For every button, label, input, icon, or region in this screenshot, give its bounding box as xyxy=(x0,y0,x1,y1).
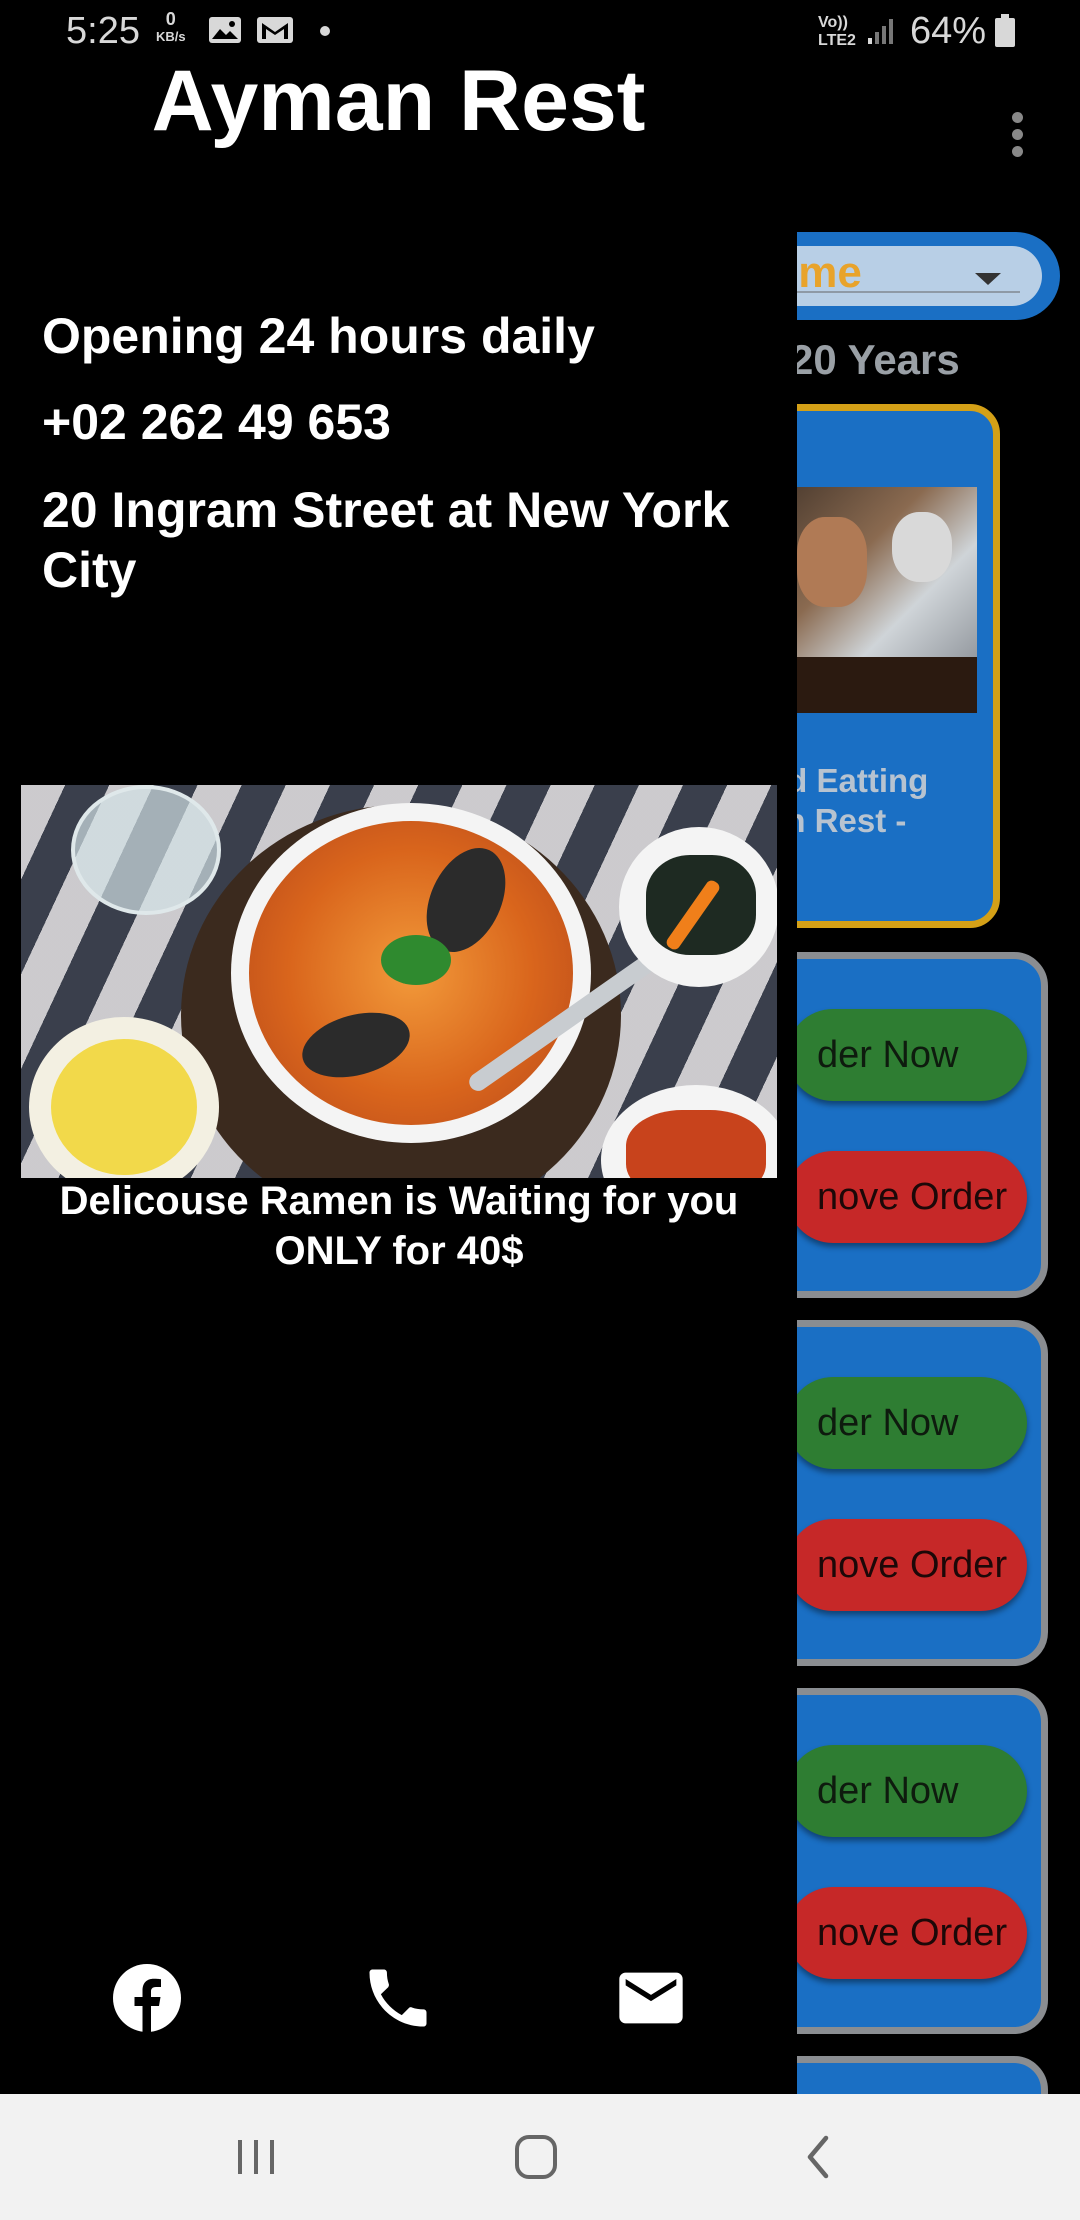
phone-icon[interactable] xyxy=(360,1960,436,2036)
mail-icon[interactable] xyxy=(613,1960,689,2036)
data-rate-indicator: 0 KB/s xyxy=(156,10,186,46)
order-now-button[interactable]: der Now xyxy=(787,1009,1027,1101)
battery-percent: 64% xyxy=(910,10,987,52)
order-card xyxy=(760,2056,1048,2094)
navigation-drawer: Ayman Rest Opening 24 hours daily +02 26… xyxy=(0,0,797,2094)
years-text: 20 Years xyxy=(790,336,960,383)
drawer-title: Ayman Rest xyxy=(151,53,646,149)
remove-order-button[interactable]: nove Order xyxy=(787,1519,1027,1611)
order-now-button[interactable]: der Now xyxy=(787,1745,1027,1837)
remove-order-button[interactable]: nove Order xyxy=(787,1151,1027,1243)
dropdown-arrow-icon[interactable] xyxy=(975,273,1001,285)
opening-hours: Opening 24 hours daily xyxy=(42,308,595,364)
order-card: der Now nove Order xyxy=(760,952,1048,1298)
overflow-menu-icon[interactable] xyxy=(1000,112,1034,162)
social-links xyxy=(0,1960,797,2036)
remove-order-button[interactable]: nove Order xyxy=(787,1887,1027,1979)
gallery-notification-icon xyxy=(208,16,242,44)
recents-icon[interactable] xyxy=(228,2132,284,2182)
system-navigation-bar xyxy=(0,2094,1080,2220)
more-notifications-dot xyxy=(320,26,330,36)
order-card: der Now nove Order xyxy=(760,1320,1048,1666)
facebook-icon[interactable] xyxy=(109,1960,185,2036)
order-now-button[interactable]: der Now xyxy=(787,1377,1027,1469)
phone-number: +02 262 49 653 xyxy=(42,394,391,450)
network-type: Vo)) LTE2 xyxy=(818,14,856,50)
home-icon[interactable] xyxy=(508,2132,564,2182)
data-rate-value: 0 xyxy=(165,9,176,29)
data-rate-unit: KB/s xyxy=(156,29,186,44)
order-card: der Now nove Order xyxy=(760,1688,1048,2034)
back-icon[interactable] xyxy=(792,2132,848,2182)
address: 20 Ingram Street at New York City xyxy=(42,482,730,598)
lte-label: LTE2 xyxy=(818,32,856,49)
promo-photo xyxy=(777,487,977,713)
ramen-caption: Delicouse Ramen is Waiting for you ONLY … xyxy=(59,1179,739,1273)
ramen-photo xyxy=(21,785,777,1178)
volte-label: Vo)) xyxy=(818,14,848,31)
signal-icon xyxy=(866,16,896,46)
gmail-notification-icon xyxy=(256,16,293,44)
battery-icon xyxy=(994,14,1016,48)
status-time: 5:25 xyxy=(66,10,140,52)
status-bar: 5:25 0 KB/s Vo)) LTE2 64% xyxy=(0,0,1080,66)
